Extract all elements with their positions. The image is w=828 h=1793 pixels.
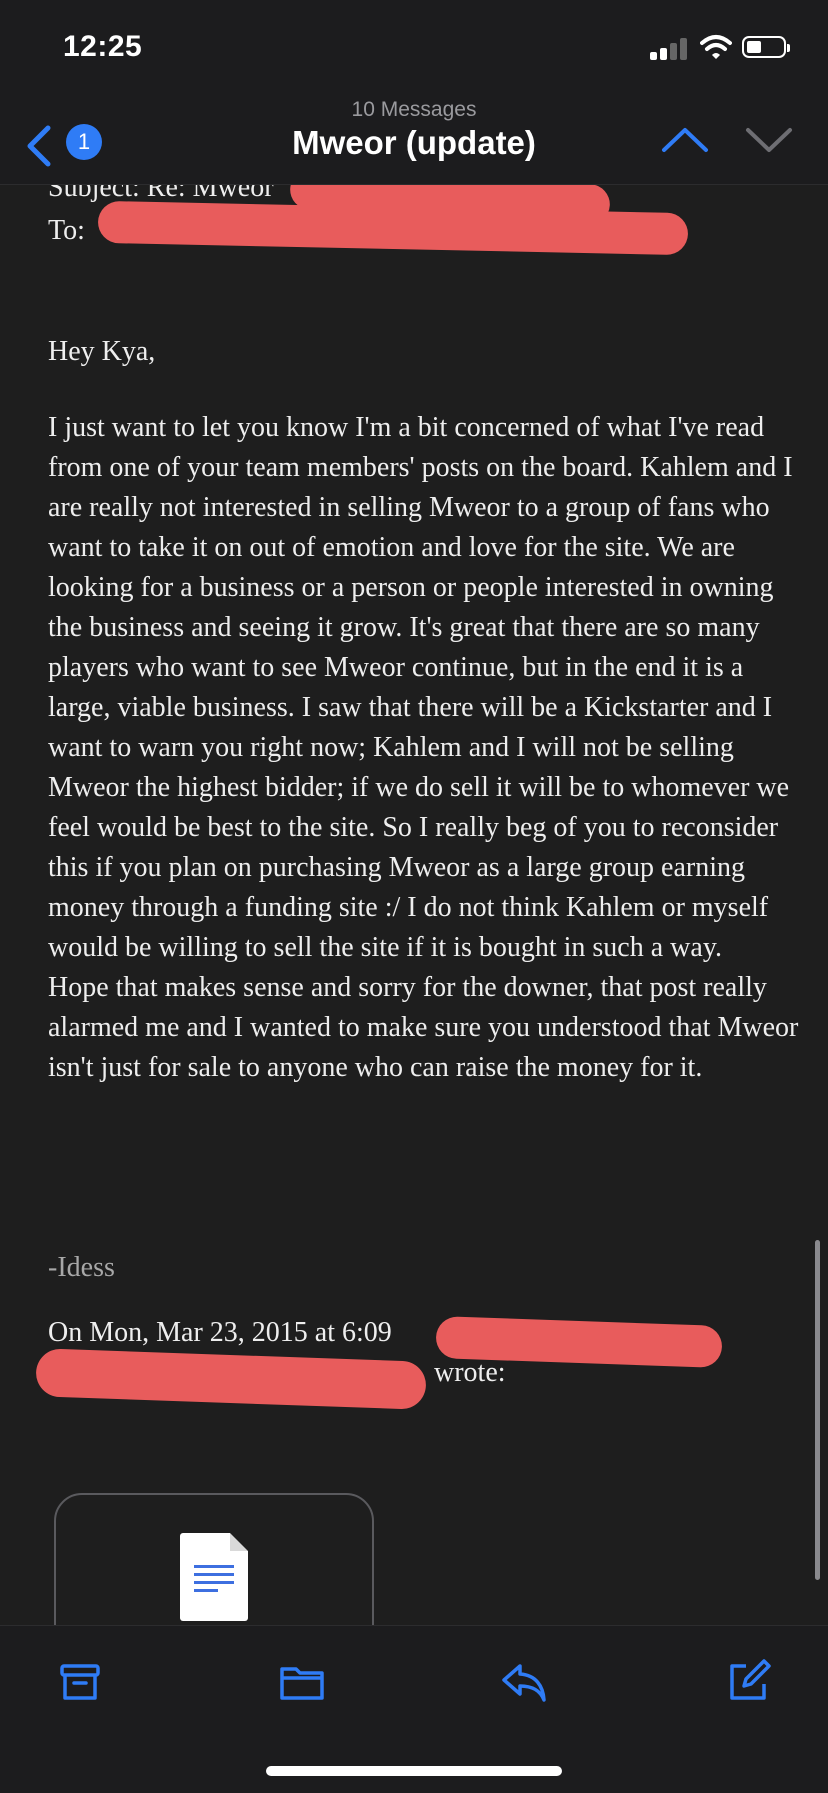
chevron-down-icon[interactable] — [744, 122, 794, 158]
compose-icon[interactable] — [724, 1658, 772, 1706]
status-time: 12:25 — [63, 30, 143, 63]
body-paragraph: Hope that makes sense and sorry for the … — [48, 972, 799, 1083]
document-icon — [180, 1533, 248, 1621]
body-paragraph: I just want to let you know I'm a bit co… — [48, 412, 793, 963]
archive-icon[interactable] — [56, 1658, 104, 1706]
scrollbar[interactable] — [815, 1240, 820, 1580]
folder-icon[interactable] — [278, 1658, 326, 1706]
chevron-up-icon[interactable] — [660, 122, 710, 158]
cellular-signal-icon — [650, 36, 694, 60]
email-greeting: Hey Kya, — [48, 336, 156, 367]
status-bar: 12:25 — [0, 0, 828, 98]
wifi-icon — [700, 35, 732, 59]
to-label: To: — [48, 215, 85, 246]
message-nav-bar: 1 10 Messages Mweor (update) — [0, 98, 828, 185]
home-indicator[interactable] — [266, 1766, 562, 1776]
email-signature: -Idess — [48, 1252, 115, 1283]
email-body[interactable]: Subject: Re: Mweor To: Hey Kya, I just w… — [0, 185, 828, 1625]
battery-icon — [742, 36, 790, 58]
reply-icon[interactable] — [500, 1658, 548, 1706]
quote-header: On Mon, Mar 23, 2015 at 6:09 — [48, 1317, 392, 1348]
email-body-text: I just want to let you know I'm a bit co… — [48, 408, 808, 1088]
redaction-mark — [35, 1348, 427, 1410]
message-count: 10 Messages — [351, 98, 477, 121]
quote-wrote: wrote: — [434, 1357, 506, 1388]
attachment-card[interactable] — [54, 1493, 374, 1625]
